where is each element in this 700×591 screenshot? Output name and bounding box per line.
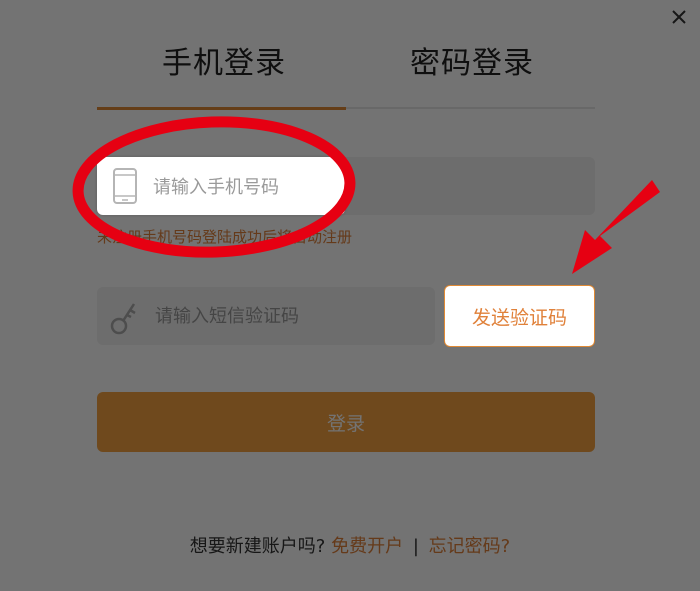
phone-input[interactable]: 请输入手机号码 bbox=[153, 173, 279, 199]
send-code-button[interactable]: 发送验证码 bbox=[444, 285, 595, 347]
close-icon bbox=[672, 10, 686, 24]
register-hint: 未注册手机号码登陆成功后将自动注册 bbox=[97, 228, 353, 246]
phone-icon bbox=[97, 167, 153, 205]
close-button[interactable] bbox=[668, 6, 690, 28]
free-signup-link[interactable]: 免费开户 bbox=[331, 536, 403, 557]
tab-password-login[interactable]: 密码登录 bbox=[410, 38, 534, 82]
tab-phone-login[interactable]: 手机登录 bbox=[162, 38, 286, 82]
key-icon bbox=[97, 296, 153, 336]
tab-active-indicator bbox=[97, 107, 346, 110]
sms-code-input[interactable] bbox=[153, 304, 417, 328]
forgot-password-link[interactable]: 忘记密码? bbox=[429, 536, 511, 557]
phone-input-highlighted[interactable]: 请输入手机号码 bbox=[97, 157, 345, 215]
login-dialog: 手机登录 密码登录 未注册手机号码登陆成功后将自动注册 发送验证码 登录 想要新… bbox=[0, 0, 700, 591]
sms-code-field[interactable] bbox=[97, 287, 435, 345]
footer: 想要新建账户吗? 免费开户 | 忘记密码? bbox=[0, 532, 700, 558]
login-button[interactable]: 登录 bbox=[97, 392, 595, 452]
signup-prompt: 想要新建账户吗? bbox=[189, 536, 326, 557]
footer-separator: | bbox=[412, 536, 419, 557]
